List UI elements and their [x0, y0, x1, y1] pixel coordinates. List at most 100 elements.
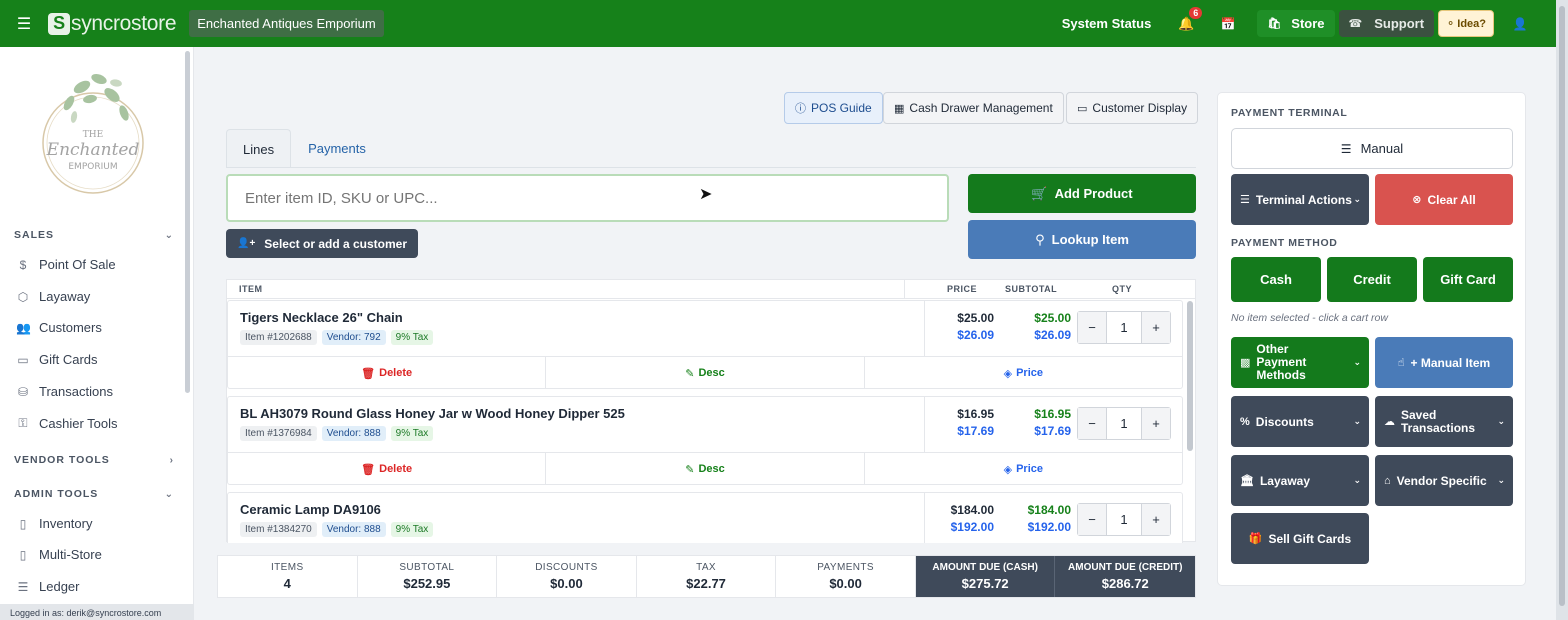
qty-value[interactable]: 1: [1106, 408, 1142, 439]
qty-value[interactable]: 1: [1106, 312, 1142, 343]
row-divider: [924, 493, 925, 543]
qty-value[interactable]: 1: [1106, 504, 1142, 535]
table-row[interactable]: Ceramic Lamp DA9106 Item #1384270 Vendor…: [227, 492, 1183, 543]
sidebar-section-vendor-tools[interactable]: VENDOR TOOLS ›: [14, 454, 174, 466]
support-button[interactable]: ☎ Support: [1338, 10, 1435, 37]
cart-scrollbar[interactable]: [1187, 301, 1193, 451]
delete-button[interactable]: 🗑 Delete: [228, 357, 547, 389]
chevron-down-icon: ⌄: [164, 488, 174, 500]
item-price: $25.00: [957, 311, 994, 325]
select-customer-button[interactable]: 👤+ Select or add a customer: [226, 229, 419, 258]
credit-button[interactable]: Credit: [1327, 257, 1417, 302]
gift-card-button[interactable]: Gift Card: [1423, 257, 1513, 302]
sidebar-item-label: Point Of Sale: [39, 257, 116, 272]
price-button[interactable]: ◈ Price: [865, 357, 1182, 389]
idea-button[interactable]: ⚬ Idea?: [1438, 10, 1494, 37]
sidebar-item-label: Cashier Tools: [39, 416, 118, 431]
discounts-dropdown[interactable]: % Discounts ⌄: [1231, 396, 1369, 447]
sidebar-scrollbar[interactable]: [185, 51, 190, 393]
sidebar-item-customers[interactable]: 👥 Customers: [16, 320, 102, 335]
desc-button[interactable]: ✎ Desc: [546, 357, 865, 389]
chevron-down-icon: ⌄: [1353, 475, 1361, 485]
customer-display-button[interactable]: ▭ Customer Display: [1066, 92, 1199, 124]
cash-button[interactable]: Cash: [1231, 257, 1321, 302]
sidebar-item-cashier-tools[interactable]: ⚿ Cashier Tools: [16, 416, 118, 431]
qty-decrement-button[interactable]: −: [1078, 504, 1106, 535]
vendor-specific-dropdown[interactable]: ⌂ Vendor Specific ⌄: [1375, 455, 1513, 506]
item-tags: Item #1376984 Vendor: 888 9% Tax: [240, 426, 434, 441]
store-button[interactable]: 🛍 Store: [1257, 10, 1335, 37]
sidebar-item-layaway[interactable]: ⬡ Layaway: [16, 289, 91, 304]
admin-header-label: ADMIN TOOLS: [14, 488, 99, 500]
sales-header-label: SALES: [14, 229, 55, 241]
col-subtotal: SUBTOTAL: [1005, 284, 1058, 294]
book-icon: ▯: [19, 516, 27, 531]
vendor-badge: Vendor: 888: [321, 522, 386, 537]
store-name-chip[interactable]: Enchanted Antiques Emporium: [189, 10, 384, 37]
layaway-dropdown[interactable]: 🏛 Layaway ⌄: [1231, 455, 1369, 506]
table-row[interactable]: Tigers Necklace 26" Chain Item #1202688 …: [227, 300, 1183, 389]
summary-value: $275.72: [961, 576, 1009, 591]
sidebar-item-multi-store[interactable]: ▯ Multi-Store: [16, 547, 102, 562]
sell-gift-cards-button[interactable]: 🎁 Sell Gift Cards: [1231, 513, 1369, 564]
qty-decrement-button[interactable]: −: [1078, 408, 1106, 439]
other-methods-label: Other Payment Methods: [1256, 342, 1307, 382]
tax-badge: 9% Tax: [390, 330, 434, 345]
users-icon: 👥: [16, 320, 31, 335]
row-actions: 🗑 Delete ✎ Desc ◈ Price: [228, 452, 1182, 485]
sidebar-section-admin-tools[interactable]: ADMIN TOOLS ⌄: [14, 488, 174, 500]
money-icon: ▩: [1240, 357, 1251, 369]
pos-guide-button[interactable]: ⓘ POS Guide: [784, 92, 883, 124]
page-scrollbar[interactable]: [1556, 0, 1568, 620]
sidebar-item-ledger[interactable]: ☰ Ledger: [16, 579, 80, 594]
cash-drawer-button[interactable]: ▦ Cash Drawer Management: [883, 92, 1064, 124]
system-status-link[interactable]: System Status: [1062, 16, 1152, 31]
chevron-down-icon: ⌄: [1353, 194, 1361, 204]
manual-item-button[interactable]: ☝ + Manual Item: [1375, 337, 1513, 388]
qty-increment-button[interactable]: +: [1142, 408, 1170, 439]
summary-tax: TAX $22.77: [637, 556, 777, 597]
saved-transactions-dropdown[interactable]: ☁ Saved Transactions ⌄: [1375, 396, 1513, 447]
close-circle-icon: ⊗: [1412, 194, 1422, 206]
monitor-icon: ▭: [1077, 102, 1088, 115]
terminal-manual-button[interactable]: ☰ Manual: [1231, 128, 1513, 169]
item-search-input[interactable]: [226, 174, 949, 222]
summary-label: ITEMS: [271, 562, 304, 573]
summary-value: 4: [283, 576, 291, 591]
totals-summary: ITEMS 4 SUBTOTAL $252.95 DISCOUNTS $0.00 TA…: [217, 555, 1196, 598]
sidebar-item-inventory[interactable]: ▯ Inventory: [16, 516, 93, 531]
terminal-actions-dropdown[interactable]: ☰ Terminal Actions ⌄: [1231, 174, 1369, 225]
payment-panel: PAYMENT TERMINAL ☰ Manual ☰ Terminal Act…: [1217, 92, 1526, 586]
menu-icon[interactable]: ☰: [0, 14, 48, 34]
sidebar-item-gift-cards[interactable]: ▭ Gift Cards: [16, 352, 97, 367]
qty-increment-button[interactable]: +: [1142, 504, 1170, 535]
user-icon[interactable]: 👤: [1510, 17, 1530, 31]
tab-payments[interactable]: Payments: [291, 129, 383, 168]
qty-increment-button[interactable]: +: [1142, 312, 1170, 343]
calendar-icon[interactable]: 📅: [1217, 17, 1239, 31]
app-logo[interactable]: S syncrostore: [48, 12, 177, 36]
desc-button[interactable]: ✎ Desc: [546, 453, 865, 485]
sidebar-item-transactions[interactable]: ⛁ Transactions: [16, 384, 113, 399]
layaway-label: Layaway: [1259, 473, 1311, 488]
cart-rows: Tigers Necklace 26" Chain Item #1202688 …: [227, 300, 1183, 543]
delete-button[interactable]: 🗑 Delete: [228, 453, 547, 485]
qty-decrement-button[interactable]: −: [1078, 312, 1106, 343]
summary-label: TAX: [696, 562, 716, 573]
sidebar-section-sales[interactable]: SALES ⌄: [14, 229, 174, 241]
tab-lines[interactable]: Lines: [226, 129, 292, 168]
price-button[interactable]: ◈ Price: [865, 453, 1182, 485]
clear-all-button[interactable]: ⊗ Clear All: [1375, 174, 1513, 225]
add-product-button[interactable]: 🛒 Add Product: [968, 174, 1196, 213]
sidebar: THE Enchanted EMPORIUM SALES ⌄ $ Point O…: [0, 47, 194, 620]
price-label: Price: [1016, 463, 1044, 475]
notifications-button[interactable]: 🔔 6: [1175, 6, 1203, 32]
other-payment-methods-dropdown[interactable]: ▩ Other Payment Methods ⌄: [1231, 337, 1369, 388]
table-row[interactable]: BL AH3079 Round Glass Honey Jar w Wood H…: [227, 396, 1183, 485]
discounts-label: Discounts: [1255, 414, 1314, 429]
sidebar-item-point-of-sale[interactable]: $ Point Of Sale: [16, 257, 116, 272]
no-item-selected-hint: No item selected - click a cart row: [1231, 312, 1388, 324]
page-scrollbar-thumb[interactable]: [1559, 6, 1565, 606]
summary-label: DISCOUNTS: [535, 562, 598, 573]
lookup-item-button[interactable]: ⚲ Lookup Item: [968, 220, 1196, 259]
